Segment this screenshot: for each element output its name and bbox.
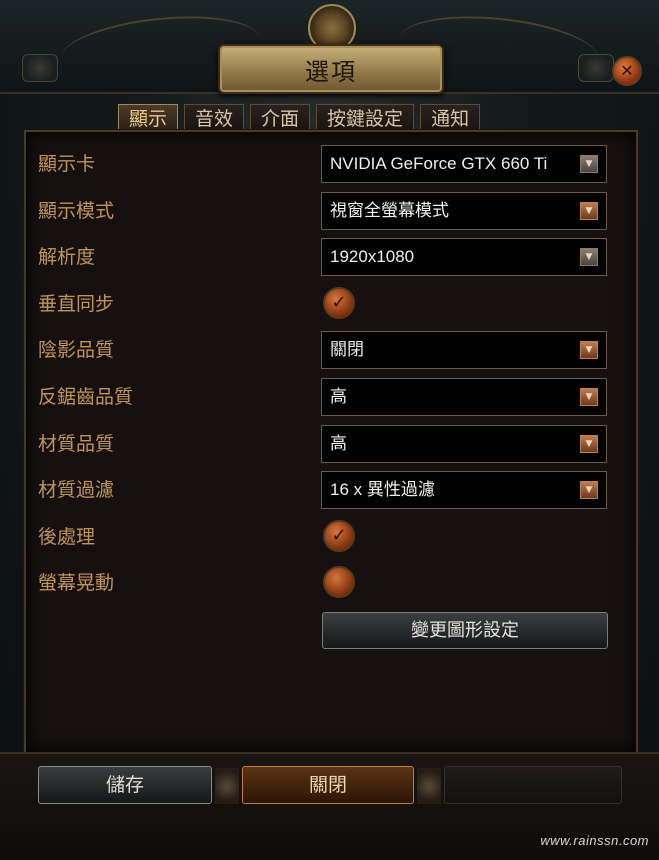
title-plate: 選項	[218, 44, 444, 94]
row-shadow-quality: 陰影品質 關閉 ▼	[38, 331, 610, 369]
graphics-card-select[interactable]: NVIDIA GeForce GTX 660 Ti ▼	[321, 145, 607, 183]
display-mode-label: 顯示模式	[38, 200, 115, 222]
texture-quality-select[interactable]: 高 ▼	[321, 425, 607, 463]
post-processing-label: 後處理	[38, 526, 96, 548]
separator-ornament	[417, 768, 441, 804]
graphics-card-value: NVIDIA GeForce GTX 660 Ti	[330, 154, 548, 173]
texture-filter-value: 16 x 異性過濾	[330, 480, 435, 499]
title-bar: 選項 ✕	[0, 0, 659, 94]
row-display-mode: 顯示模式 視窗全螢幕模式 ▼	[38, 192, 610, 230]
tab-keybindings[interactable]: 按鍵設定	[316, 104, 415, 133]
close-icon[interactable]: ✕	[612, 56, 642, 86]
shadow-quality-value: 關閉	[330, 340, 364, 359]
chevron-down-icon: ▼	[580, 155, 598, 173]
tab-notifications[interactable]: 通知	[420, 104, 481, 133]
row-post-processing: 後處理 ✓	[38, 518, 610, 556]
close-button[interactable]: 關閉	[242, 766, 414, 804]
row-vsync: 垂直同步 ✓	[38, 285, 610, 323]
display-mode-select[interactable]: 視窗全螢幕模式 ▼	[321, 192, 607, 230]
row-antialias-quality: 反鋸齒品質 高 ▼	[38, 378, 610, 416]
texture-filter-select[interactable]: 16 x 異性過濾 ▼	[321, 471, 607, 509]
resolution-label: 解析度	[38, 246, 96, 268]
antialias-quality-select[interactable]: 高 ▼	[321, 378, 607, 416]
separator-ornament	[215, 768, 239, 804]
post-processing-checkbox[interactable]: ✓	[323, 520, 355, 552]
row-graphics-card: 顯示卡 NVIDIA GeForce GTX 660 Ti ▼	[38, 145, 610, 183]
row-texture-quality: 材質品質 高 ▼	[38, 425, 610, 463]
chevron-down-icon: ▼	[580, 202, 598, 220]
graphics-card-label: 顯示卡	[38, 153, 96, 175]
chevron-down-icon: ▼	[580, 341, 598, 359]
save-button[interactable]: 儲存	[38, 766, 212, 804]
tab-display[interactable]: 顯示	[118, 104, 179, 133]
corner-ornament-left	[22, 54, 58, 82]
resolution-select[interactable]: 1920x1080 ▼	[321, 238, 607, 276]
change-graphics-button[interactable]: 變更圖形設定	[322, 612, 608, 649]
resolution-value: 1920x1080	[330, 247, 415, 266]
row-texture-filter: 材質過濾 16 x 異性過濾 ▼	[38, 471, 610, 509]
corner-ornament-right	[578, 54, 614, 82]
window-title: 選項	[305, 57, 357, 86]
tab-audio[interactable]: 音效	[184, 104, 245, 133]
tab-interface[interactable]: 介面	[250, 104, 311, 133]
chevron-down-icon: ▼	[580, 435, 598, 453]
texture-filter-label: 材質過濾	[38, 479, 115, 501]
shadow-quality-select[interactable]: 關閉 ▼	[321, 331, 607, 369]
row-resolution: 解析度 1920x1080 ▼	[38, 238, 610, 276]
watermark: www.rainssn.com	[540, 833, 649, 848]
shadow-quality-label: 陰影品質	[38, 339, 115, 361]
antialias-quality-value: 高	[330, 387, 347, 406]
display-mode-value: 視窗全螢幕模式	[330, 201, 449, 220]
chevron-down-icon: ▼	[580, 481, 598, 499]
blank-button-slot	[444, 766, 622, 804]
vsync-label: 垂直同步	[38, 293, 115, 315]
texture-quality-value: 高	[330, 434, 347, 453]
row-screen-shake: 螢幕晃動 ✓	[38, 564, 610, 602]
chevron-down-icon: ▼	[580, 248, 598, 266]
screen-shake-label: 螢幕晃動	[38, 572, 115, 594]
vsync-checkbox[interactable]: ✓	[323, 287, 355, 319]
options-window: 選項 ✕ 顯示 音效 介面 按鍵設定 通知 顯示卡 NVIDIA GeForce…	[0, 0, 659, 860]
chevron-down-icon: ▼	[580, 388, 598, 406]
texture-quality-label: 材質品質	[38, 433, 115, 455]
screen-shake-checkbox[interactable]: ✓	[323, 566, 355, 598]
antialias-quality-label: 反鋸齒品質	[38, 386, 134, 408]
